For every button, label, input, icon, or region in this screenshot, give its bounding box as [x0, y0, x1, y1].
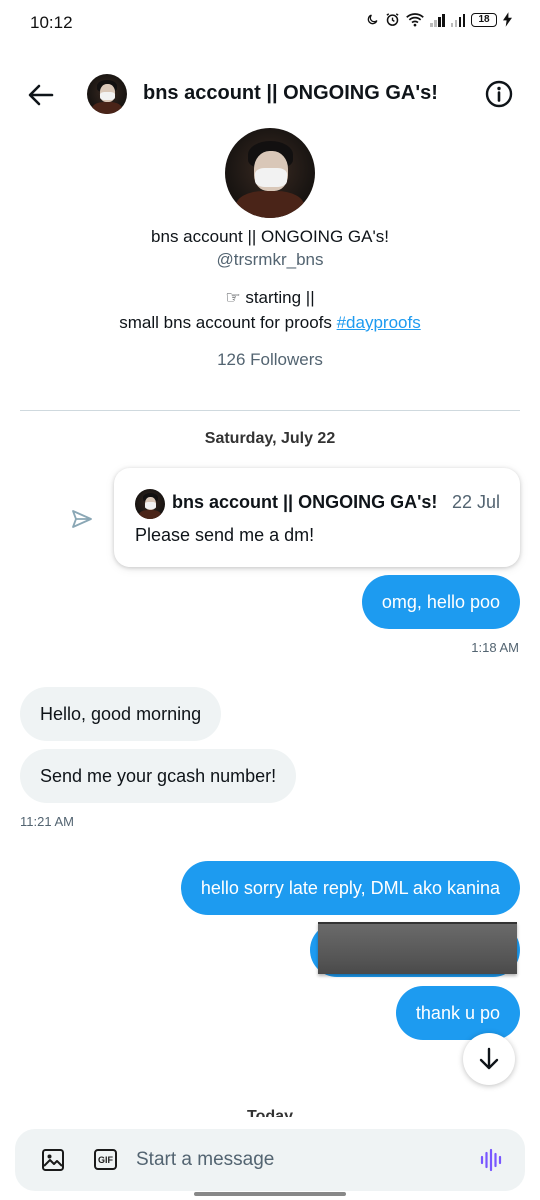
- send-icon: [72, 510, 92, 528]
- image-button[interactable]: [41, 1148, 65, 1172]
- conversation-header: bns account || ONGOING GA's!: [0, 70, 540, 120]
- charging-icon: [503, 12, 512, 27]
- status-icons: 18: [366, 12, 512, 27]
- followers-count[interactable]: 126 Followers: [0, 350, 540, 370]
- message-input[interactable]: [136, 1146, 456, 1174]
- battery-icon: 18: [471, 12, 497, 27]
- home-indicator[interactable]: [194, 1192, 346, 1196]
- scroll-to-bottom-button[interactable]: [463, 1033, 515, 1085]
- message-timestamp: 11:21 AM: [20, 814, 74, 829]
- voice-message-button[interactable]: [479, 1147, 505, 1173]
- tweet-text: Please send me a dm!: [135, 525, 315, 545]
- message-bubble-outgoing[interactable]: omg, hello poo: [361, 575, 520, 629]
- arrow-left-icon: [28, 84, 54, 106]
- profile-handle: @trsrmkr_bns: [216, 250, 324, 269]
- redaction-overlay: [318, 922, 517, 974]
- shared-tweet-card[interactable]: bns account || ONGOING GA's! 22 Jul Plea…: [114, 468, 520, 567]
- image-icon: [42, 1149, 64, 1171]
- voice-waveform-icon: [480, 1148, 502, 1172]
- back-button[interactable]: [24, 78, 58, 112]
- profile-bio-line-1: ☞ starting ||: [225, 288, 315, 307]
- hashtag-link[interactable]: #dayproofs: [337, 313, 421, 332]
- bio-text: small bns account for proofs: [119, 313, 337, 332]
- date-separator: Saturday, July 22: [204, 430, 336, 447]
- message-bubble-incoming[interactable]: Hello, good morning: [20, 687, 222, 741]
- profile-avatar[interactable]: [225, 128, 315, 218]
- tweet-date: 22 Jul: [451, 492, 500, 512]
- message-composer: GIF: [15, 1129, 525, 1191]
- shared-indicator: [70, 507, 94, 531]
- page-title[interactable]: bns account || ONGOING GA's!: [143, 82, 438, 105]
- profile-name[interactable]: bns account || ONGOING GA's!: [0, 227, 540, 247]
- signal-icon-2: [450, 13, 465, 27]
- signal-icon: [430, 13, 445, 27]
- message-bubble-outgoing[interactable]: thank u po: [395, 986, 520, 1040]
- divider: [20, 410, 520, 411]
- status-time: 10:12: [30, 13, 73, 32]
- status-bar: 10:12 18: [0, 0, 540, 46]
- message-bubble-outgoing[interactable]: hello sorry late reply, DML ako kanina: [180, 861, 520, 915]
- gif-button[interactable]: GIF: [94, 1149, 117, 1170]
- alarm-icon: [386, 13, 399, 26]
- wifi-icon: [406, 13, 424, 27]
- message-bubble-incoming[interactable]: Send me your gcash number!: [20, 749, 297, 803]
- date-separator-today: Today: [247, 1108, 293, 1117]
- profile-bio-line-2: small bns account for proofs #dayproofs: [0, 313, 540, 333]
- info-icon: [485, 80, 513, 108]
- moon-icon: [367, 14, 378, 25]
- tweet-author: bns account || ONGOING GA's!: [172, 492, 438, 512]
- avatar[interactable]: [87, 74, 127, 114]
- arrow-down-icon: [479, 1047, 499, 1070]
- avatar: [135, 489, 165, 519]
- message-timestamp: 1:18 AM: [471, 640, 519, 655]
- info-button[interactable]: [484, 79, 514, 109]
